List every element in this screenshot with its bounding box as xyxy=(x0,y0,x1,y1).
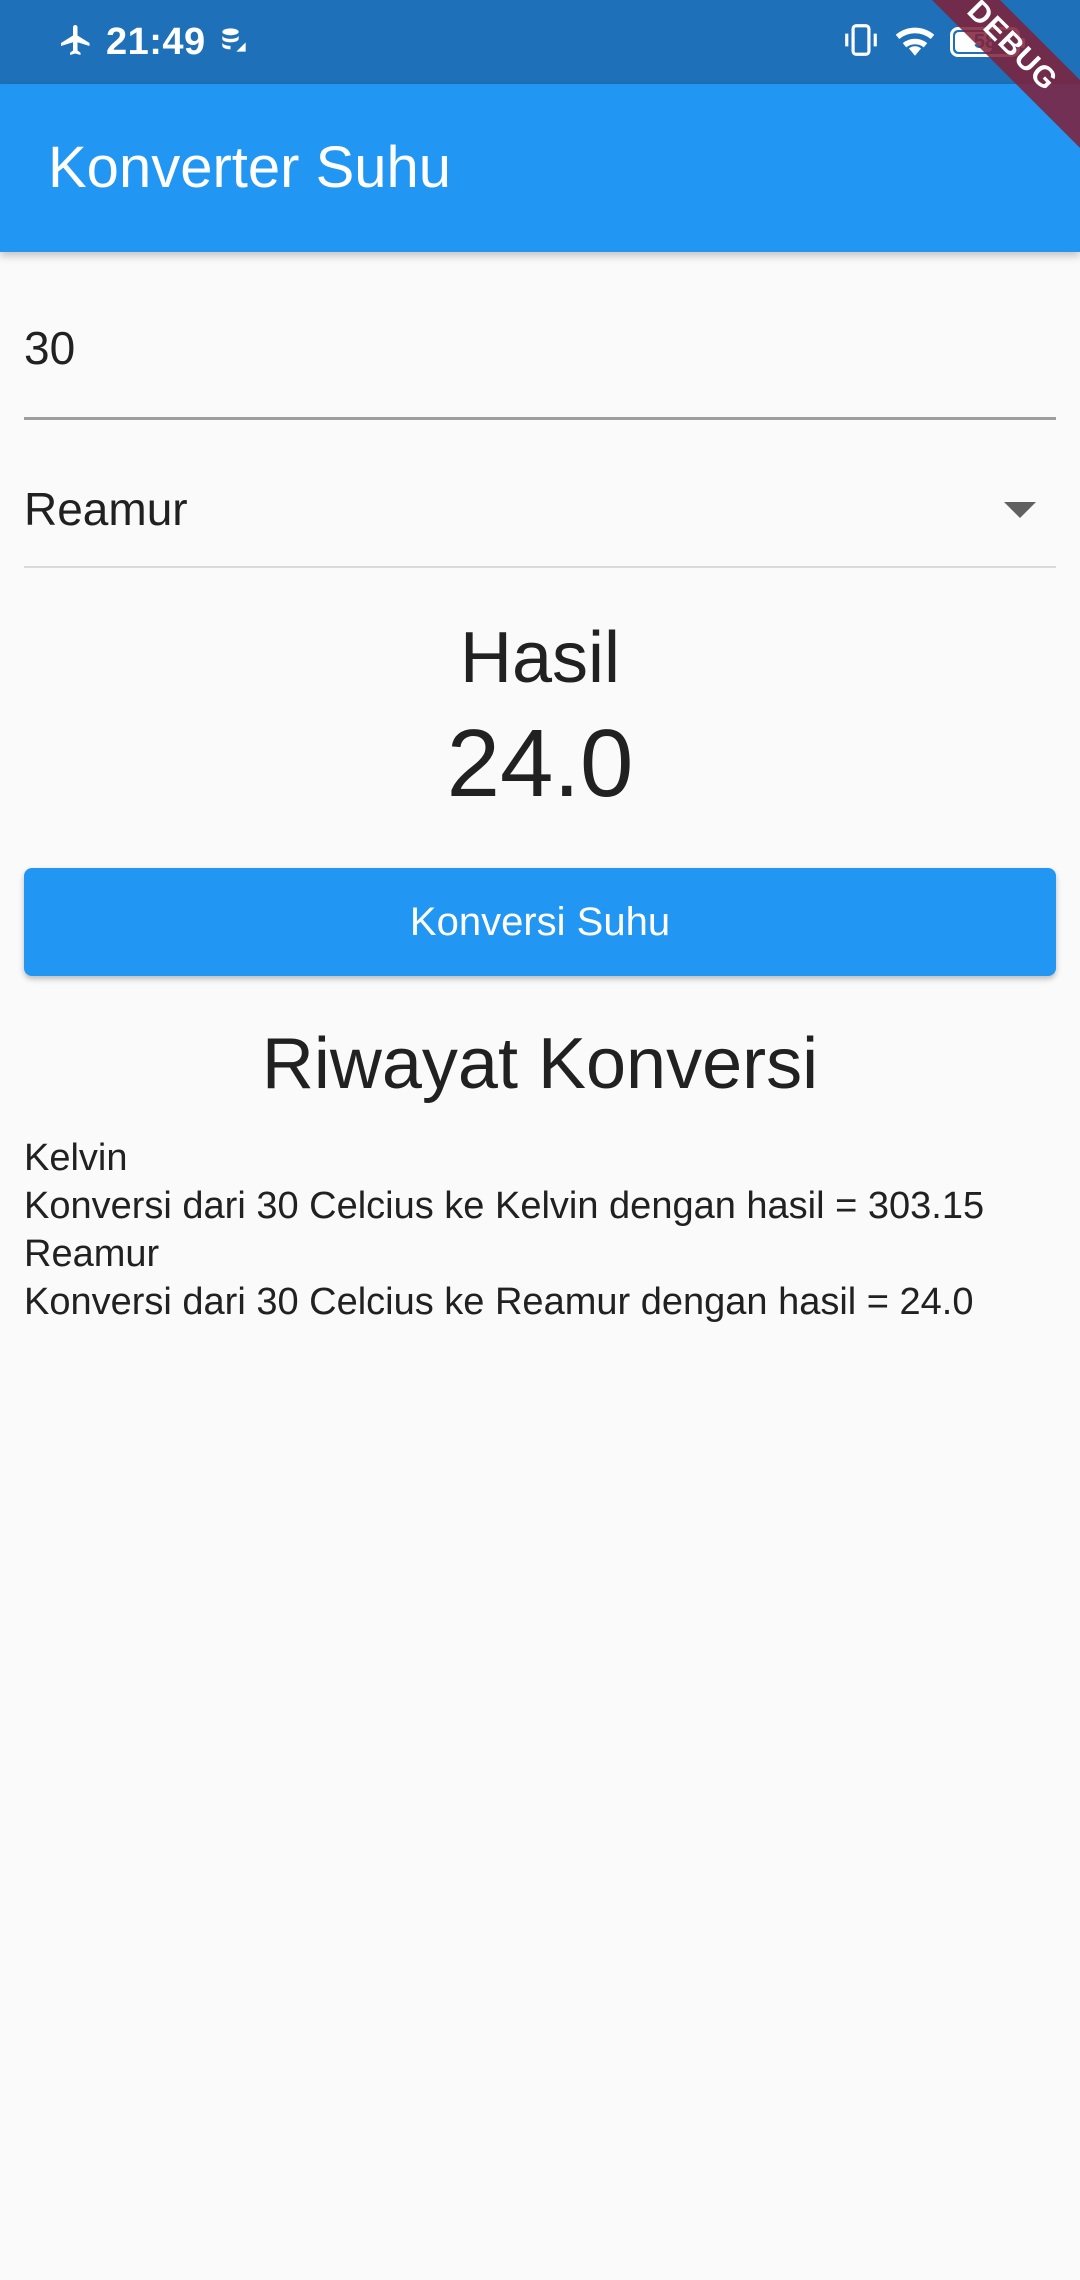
main-content: Reamur Hasil 24.0 Konversi Suhu Riwayat … xyxy=(24,252,1056,1326)
airplane-mode-icon xyxy=(58,22,94,63)
status-bar-left: 21:49 xyxy=(58,18,248,66)
result-label: Hasil xyxy=(459,618,621,698)
history-item: Reamur Konversi dari 30 Celcius ke Reamu… xyxy=(24,1230,1056,1326)
history-item-text: Konversi dari 30 Celcius ke Reamur denga… xyxy=(24,1281,974,1323)
history-item-unit: Kelvin xyxy=(24,1137,128,1179)
dropdown-selected-value: Reamur xyxy=(24,483,188,535)
app-title: Konverter Suhu xyxy=(48,135,452,200)
convert-button[interactable]: Konversi Suhu xyxy=(24,868,1056,976)
history-item-text: Konversi dari 30 Celcius ke Kelvin denga… xyxy=(24,1185,985,1227)
history-item-unit: Reamur xyxy=(24,1233,160,1275)
temperature-input-field[interactable] xyxy=(24,252,1056,420)
history-title: Riwayat Konversi xyxy=(261,1024,819,1104)
status-bar: 21:49 58 xyxy=(0,0,1080,84)
history-list: Kelvin Konversi dari 30 Celcius ke Kelvi… xyxy=(24,1134,1056,1326)
vibrate-icon xyxy=(842,21,880,64)
wifi-icon xyxy=(894,19,936,66)
temperature-input[interactable] xyxy=(24,321,1056,375)
app-bar: Konverter Suhu xyxy=(0,84,1080,252)
status-time: 21:49 xyxy=(106,20,206,63)
data-saver-icon xyxy=(220,26,248,59)
history-item: Kelvin Konversi dari 30 Celcius ke Kelvi… xyxy=(24,1134,1056,1230)
dropdown-arrow-icon[interactable] xyxy=(1004,502,1036,518)
unit-dropdown[interactable]: Reamur xyxy=(24,420,1056,568)
result-value: 24.0 xyxy=(446,710,634,817)
